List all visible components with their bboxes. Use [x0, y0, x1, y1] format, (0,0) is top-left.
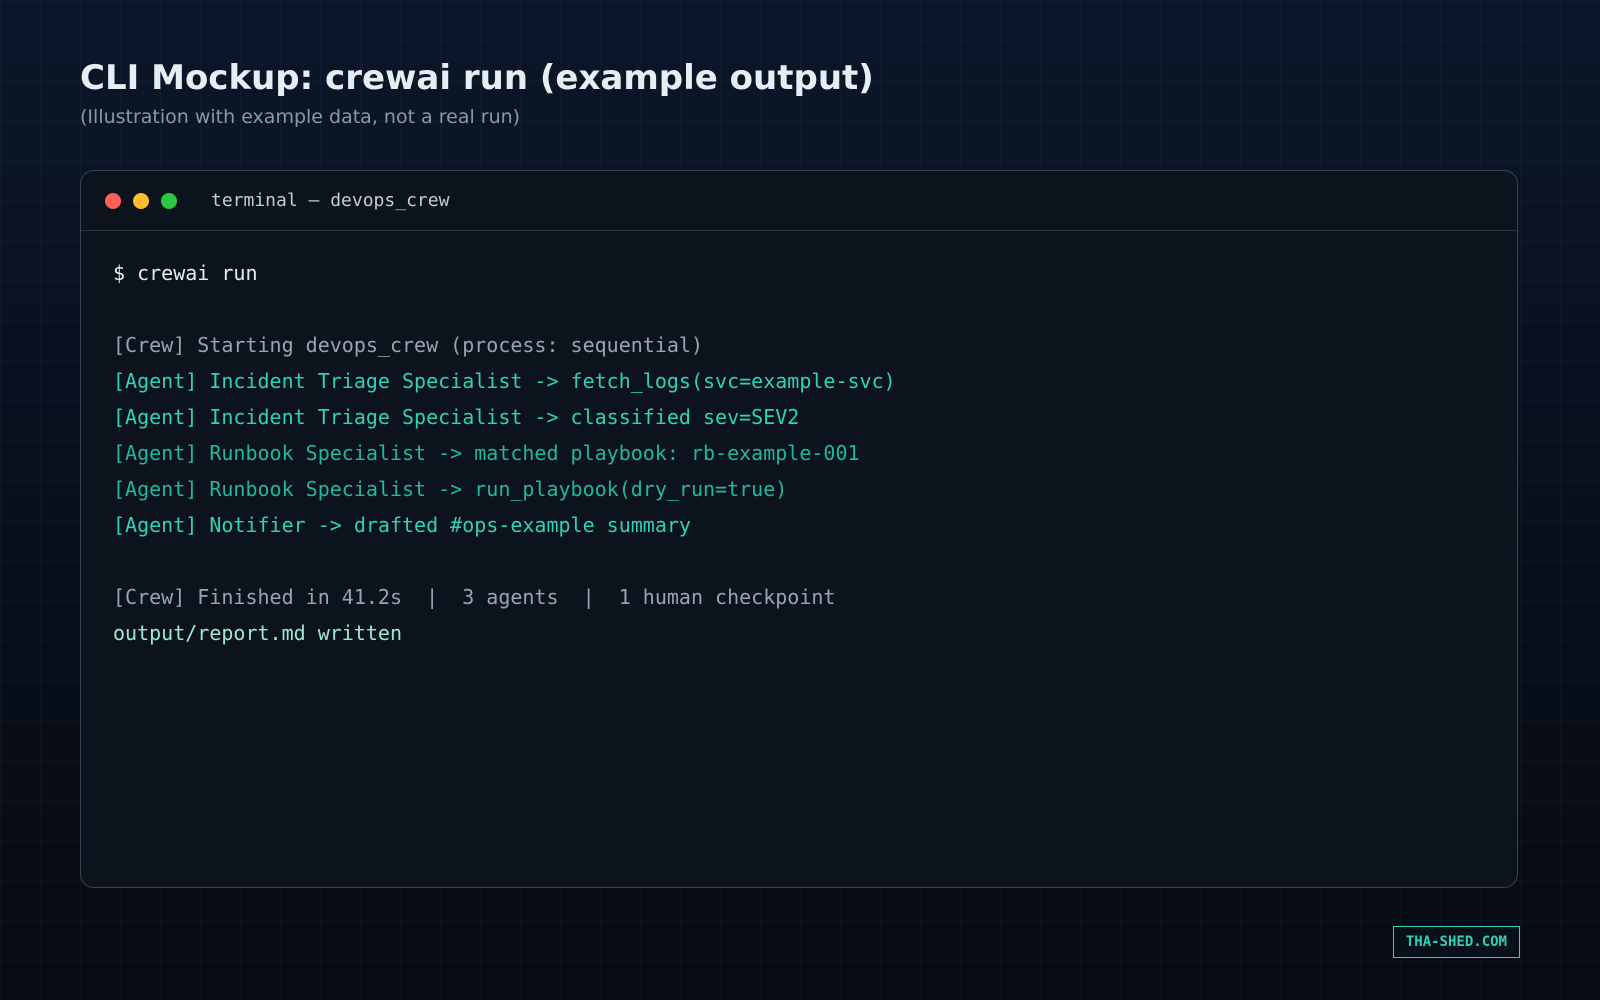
terminal-window[interactable]: terminal — devops_crew $ crewai run [Cre…	[80, 170, 1518, 888]
agent-log-line: [Agent] Runbook Specialist -> matched pl…	[113, 441, 860, 465]
terminal-window-title: terminal — devops_crew	[211, 190, 450, 211]
page-subtitle: (Illustration with example data, not a r…	[80, 106, 521, 128]
maximize-dot-icon[interactable]	[161, 192, 177, 209]
crew-finish-line: [Crew] Finished in 41.2s | 3 agents | 1 …	[113, 585, 836, 609]
close-dot-icon[interactable]	[105, 192, 121, 209]
agent-log-line: [Agent] Incident Triage Specialist -> fe…	[113, 369, 896, 393]
page-header: CLI Mockup: crewai run (example output) …	[80, 56, 874, 128]
minimize-dot-icon[interactable]	[133, 192, 149, 209]
terminal-titlebar[interactable]: terminal — devops_crew	[81, 171, 1517, 231]
terminal-output[interactable]: $ crewai run [Crew] Starting devops_crew…	[81, 231, 1517, 651]
agent-log-line: [Agent] Runbook Specialist -> run_playbo…	[113, 477, 788, 501]
site-watermark: THA-SHED.COM	[1392, 926, 1520, 958]
output-written-line: output/report.md written	[113, 621, 402, 645]
page-title: CLI Mockup: crewai run (example output)	[80, 58, 874, 98]
crew-start-line: [Crew] Starting devops_crew (process: se…	[113, 333, 704, 357]
command-line: $ crewai run	[113, 261, 258, 285]
agent-log-line: [Agent] Incident Triage Specialist -> cl…	[113, 405, 800, 429]
agent-log-line: [Agent] Notifier -> drafted #ops-example…	[113, 513, 691, 537]
